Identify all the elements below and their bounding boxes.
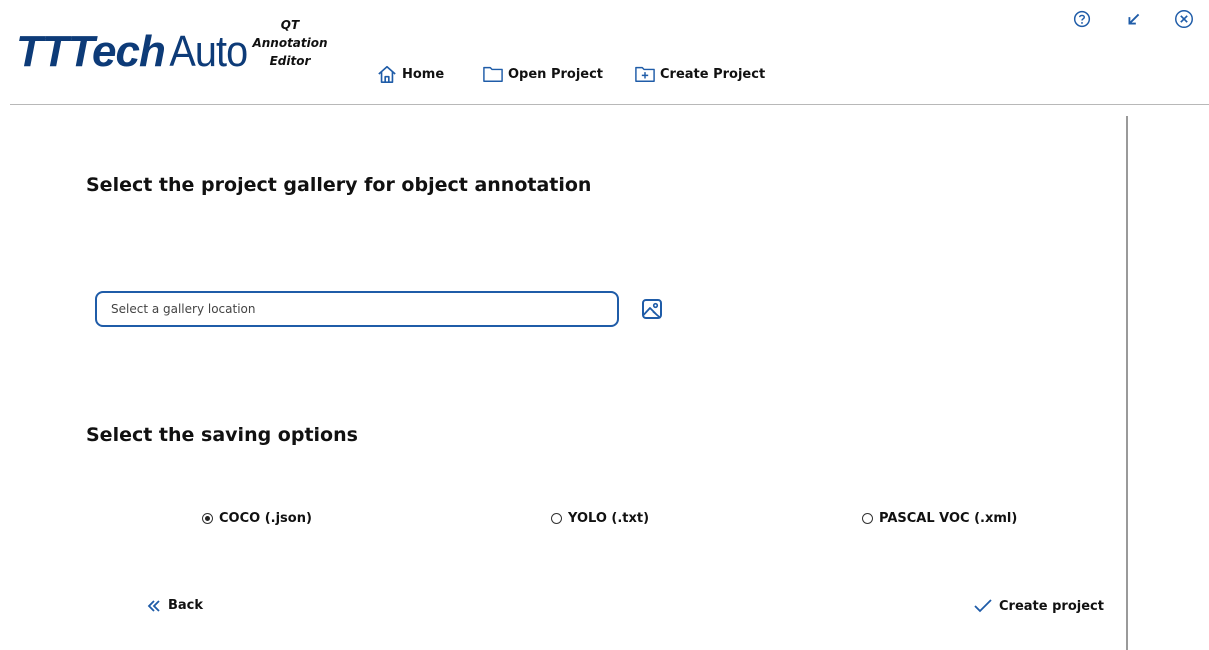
help-circle-icon [1073, 10, 1091, 28]
folder-icon [483, 66, 503, 83]
radio-circle-pascal-voc [862, 513, 873, 524]
help-button[interactable] [1071, 8, 1093, 30]
arrow-down-left-icon [1128, 13, 1140, 25]
back-button-label: Back [168, 598, 204, 613]
header-divider [10, 104, 1209, 105]
image-icon [642, 299, 662, 319]
create-project-button-label: Create project [999, 598, 1104, 614]
radio-coco[interactable]: COCO (.json) [202, 511, 312, 526]
radio-yolo-label: YOLO (.txt) [568, 511, 650, 526]
subtitle-line-2: Annotation [252, 36, 328, 50]
checkmark-icon [974, 599, 992, 613]
radio-circle-coco [202, 513, 213, 524]
double-chevron-left-icon [147, 599, 160, 612]
logo-text-light: Auto [169, 27, 248, 76]
folder-plus-icon [635, 66, 655, 83]
close-button[interactable] [1173, 8, 1195, 30]
saving-section-title: Select the saving options [86, 424, 358, 446]
back-button[interactable]: Back [146, 598, 203, 613]
radio-coco-label: COCO (.json) [219, 511, 312, 526]
logo-text-bold: TTTech [16, 27, 166, 76]
app-logo: TTTechAuto [16, 14, 251, 74]
radio-dot-selected [205, 516, 210, 521]
minimize-button[interactable] [1123, 8, 1145, 30]
radio-pascal-voc-label: PASCAL VOC (.xml) [879, 511, 1018, 526]
nav-home[interactable]: Home [376, 64, 444, 84]
gallery-section-title: Select the project gallery for object an… [86, 174, 592, 196]
radio-pascal-voc[interactable]: PASCAL VOC (.xml) [862, 511, 1017, 526]
subtitle-line-1: QT [280, 18, 300, 32]
nav-open-project[interactable]: Open Project [482, 64, 603, 84]
home-icon [378, 65, 396, 83]
nav-create-project[interactable]: Create Project [634, 64, 765, 84]
vertical-scrollbar[interactable] [1126, 116, 1128, 650]
nav-home-label: Home [402, 66, 445, 82]
app-subtitle: QT Annotation Editor [240, 16, 340, 70]
gallery-location-input[interactable] [95, 291, 619, 327]
radio-circle-yolo [551, 513, 562, 524]
nav-create-project-label: Create Project [660, 66, 766, 82]
radio-yolo[interactable]: YOLO (.txt) [551, 511, 649, 526]
browse-gallery-button[interactable] [640, 297, 664, 321]
subtitle-line-3: Editor [269, 54, 311, 68]
create-project-button[interactable]: Create project [973, 598, 1104, 614]
nav-open-project-label: Open Project [508, 66, 604, 82]
close-circle-icon [1175, 10, 1193, 28]
